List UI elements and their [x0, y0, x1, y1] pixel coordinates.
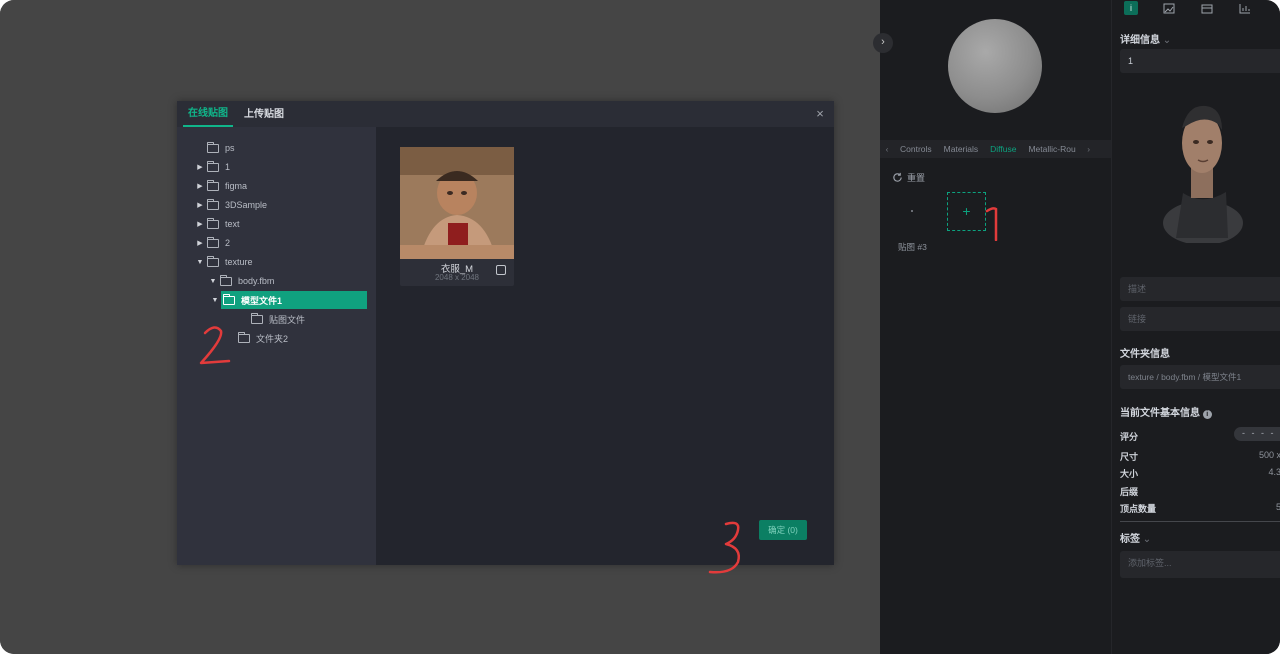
folder-icon [238, 331, 250, 343]
tree-folder-ps[interactable]: ps [195, 139, 235, 157]
tree-folder-1[interactable]: ▶ 1 [195, 158, 230, 176]
tree-folder-2[interactable]: ▶ 2 [195, 234, 230, 252]
info-icon[interactable]: i [1112, 0, 1150, 16]
tree-folder-3dsample[interactable]: ▶ 3DSample [195, 196, 267, 214]
caret-right-icon[interactable]: ▶ [195, 163, 205, 171]
tree-folder-model-file-1[interactable]: ▼ 模型文件1 [212, 291, 367, 309]
tabs-scroll-right-icon[interactable]: › [1082, 144, 1096, 154]
texture-select-checkbox[interactable] [496, 265, 506, 275]
material-tabs: ‹ Controls Materials Diffuse Metallic-Ro… [880, 140, 1111, 158]
texture-thumbnail[interactable] [400, 147, 514, 259]
folder-icon [207, 255, 219, 267]
tab-upload-textures[interactable]: 上传贴图 [239, 101, 289, 127]
tree-folder-body-fbm[interactable]: ▼ body.fbm [208, 272, 274, 290]
tab-controls[interactable]: Controls [894, 140, 938, 158]
add-map-button[interactable]: + [947, 192, 986, 231]
tree-folder-texture[interactable]: ▼ texture [195, 253, 253, 271]
plus-icon: + [962, 203, 971, 219]
refresh-icon [893, 172, 902, 182]
reset-button[interactable]: 重置 [892, 171, 925, 184]
folder-icon [220, 274, 232, 286]
close-icon[interactable]: × [813, 107, 827, 121]
vertex-count-row: 顶点数量 5 [1120, 502, 1280, 514]
details-panel: i 详细信息 ⌄ 1 描述 链接 文件夹信息 texture / body.fb… [1111, 0, 1280, 654]
texture-picker-dialog: 在线贴图 上传贴图 × ps ▶ 1 ▶ figma ▶ 3DSample ▶ text… [177, 101, 834, 565]
map-slot-label: 贴图 #3 [898, 242, 927, 252]
caret-down-icon[interactable]: ▼ [208, 278, 218, 285]
caret-right-icon[interactable]: ▶ [195, 201, 205, 209]
confirm-button[interactable]: 确定 (0) [759, 520, 807, 540]
caret-right-icon[interactable]: ▶ [195, 182, 205, 190]
folder-tree: ps ▶ 1 ▶ figma ▶ 3DSample ▶ text ▶ 2 ▼ texture… [177, 127, 376, 565]
folder-icon [207, 217, 219, 229]
caret-right-icon[interactable]: ▶ [195, 239, 205, 247]
info-circle-icon[interactable]: i [1202, 410, 1212, 419]
chart-icon[interactable] [1226, 0, 1264, 16]
tab-diffuse[interactable]: Diffuse [984, 140, 1022, 158]
caret-right-icon[interactable]: ▶ [195, 220, 205, 228]
reset-label: 重置 [907, 173, 926, 183]
chevron-right-icon[interactable]: › [873, 33, 893, 53]
chevron-down-icon: ⌄ [1142, 534, 1152, 545]
annotation-3 [708, 521, 740, 574]
link-field[interactable]: 链接 [1120, 307, 1280, 331]
size-row: 大小 4.3 [1120, 467, 1280, 479]
tab-metallic-roughness[interactable]: Metallic-Rou [1022, 140, 1081, 158]
divider [1120, 521, 1280, 522]
image-icon[interactable] [1150, 0, 1188, 16]
folder-icon [207, 179, 219, 191]
texture-grid: 衣服_M 2048 x 2048 确定 (0) [376, 127, 834, 565]
material-preview-sphere [948, 19, 1042, 113]
dialog-header: 在线贴图 上传贴图 × [177, 101, 834, 127]
texture-card[interactable]: 衣服_M 2048 x 2048 [400, 147, 514, 286]
tabs-scroll-left-icon[interactable]: ‹ [880, 144, 894, 154]
model-preview [1163, 105, 1243, 243]
tab-materials[interactable]: Materials [938, 140, 984, 158]
folder-icon [207, 236, 219, 248]
tree-folder-texture-files[interactable]: 贴图文件 [239, 310, 305, 328]
folder-icon [251, 312, 263, 324]
details-title[interactable]: 详细信息 ⌄ [1120, 31, 1171, 46]
dimension-row: 尺寸 500 x [1120, 450, 1280, 462]
caret-down-icon[interactable]: ▼ [209, 297, 221, 304]
app-window: ‹ Controls Materials Diffuse Metallic-Ro… [0, 0, 1280, 654]
tree-folder-folder-2[interactable]: 文件夹2 [226, 329, 288, 347]
folder-icon [207, 198, 219, 210]
tags-input[interactable]: 添加标签... [1120, 551, 1280, 578]
folder-icon [207, 160, 219, 172]
folder-icon [207, 141, 219, 153]
tree-folder-text[interactable]: ▶ text [195, 215, 240, 233]
tree-folder-figma[interactable]: ▶ figma [195, 177, 247, 195]
panel-icon-bar: i [1112, 0, 1280, 16]
rating-input[interactable]: - - - - [1234, 427, 1280, 441]
file-info-title: 当前文件基本信息 i [1120, 404, 1212, 419]
chevron-down-icon: ⌄ [1162, 35, 1172, 46]
folder-path: texture / body.fbm / 模型文件1 [1120, 365, 1280, 389]
tags-title[interactable]: 标签 ⌄ [1120, 530, 1151, 545]
description-field[interactable]: 描述 [1120, 277, 1280, 301]
tab-online-textures[interactable]: 在线贴图 [183, 101, 233, 127]
folder-info-title: 文件夹信息 [1120, 349, 1170, 360]
material-panel: ‹ Controls Materials Diffuse Metallic-Ro… [880, 0, 1111, 654]
folder-icon [223, 293, 235, 305]
suffix-row: 后缀 [1120, 487, 1139, 497]
caret-down-icon[interactable]: ▼ [195, 259, 205, 266]
layers-icon[interactable] [1188, 0, 1226, 16]
map-slot-placeholder [911, 210, 913, 212]
annotation-1 [985, 207, 998, 241]
name-field[interactable]: 1 [1120, 49, 1280, 73]
annotation-2 [199, 326, 231, 365]
